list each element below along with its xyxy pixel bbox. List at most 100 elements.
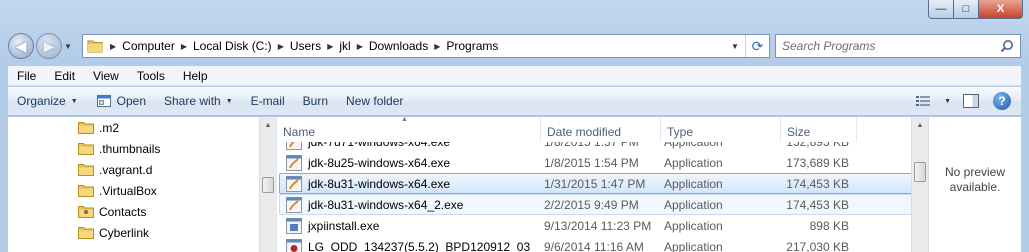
scroll-up-icon[interactable]: ▲ [912, 117, 928, 134]
navigation-pane-scrollbar[interactable]: ▲ [259, 117, 276, 252]
open-button[interactable]: Open [87, 87, 155, 115]
back-button[interactable]: ◀ [8, 33, 34, 59]
folder-icon [78, 143, 94, 155]
file-size: 174,453 KB [786, 176, 849, 191]
table-row-selected[interactable]: jdk-8u31-windows-x64.exe 1/31/2015 1:47 … [279, 173, 926, 194]
table-row[interactable]: LG_ODD_134237(5.5.2)_BPD120912_03 9/6/20… [279, 236, 926, 252]
chevron-down-icon: ▼ [225, 97, 233, 105]
nav-item-virtualbox[interactable]: .VirtualBox [8, 180, 276, 201]
address-dropdown-button[interactable]: ▼ [727, 35, 743, 57]
search-icon[interactable] [1000, 39, 1014, 53]
burn-button[interactable]: Burn [294, 87, 337, 115]
file-name: jdk-8u31-windows-x64_2.exe [308, 197, 464, 212]
menu-edit[interactable]: Edit [45, 69, 84, 83]
forward-button[interactable]: ▶ [36, 33, 62, 59]
file-size: 174,453 KB [786, 197, 849, 212]
chevron-down-icon: ▼ [70, 97, 78, 105]
installer-icon [286, 217, 302, 234]
breadcrumb-computer[interactable]: Computer [119, 35, 178, 57]
preview-pane-toggle[interactable] [957, 87, 985, 115]
nav-item-label: .VirtualBox [99, 183, 157, 198]
file-name-cell: jdk-8u25-windows-x64.exe [280, 154, 540, 171]
recent-pages-dropdown[interactable]: ▼ [64, 42, 76, 51]
nav-item-contacts[interactable]: Contacts [8, 201, 276, 222]
new-folder-label: New folder [346, 94, 404, 108]
breadcrumb-separator[interactable]: ▶ [107, 42, 119, 51]
application-icon [286, 196, 302, 213]
file-size: 173,689 KB [786, 155, 849, 170]
back-arrow-icon: ◀ [15, 37, 27, 54]
nav-item-m2[interactable]: .m2 [8, 117, 276, 138]
folder-icon [78, 227, 94, 239]
table-row[interactable]: jxpiinstall.exe 9/13/2014 11:23 PM Appli… [279, 215, 926, 236]
search-box[interactable] [775, 34, 1021, 58]
file-name: jdk-8u25-windows-x64.exe [308, 155, 451, 170]
file-date: 2/2/2015 9:49 PM [544, 197, 639, 212]
help-icon[interactable]: ? [993, 92, 1011, 110]
nav-item-thumbnails[interactable]: .thumbnails [8, 138, 276, 159]
file-date: 9/13/2014 11:23 PM [544, 218, 652, 233]
view-dropdown-button[interactable]: ▼ [938, 87, 957, 115]
file-date: 1/8/2015 1:54 PM [544, 155, 639, 170]
breadcrumb-separator[interactable]: ▶ [354, 42, 366, 51]
menu-view[interactable]: View [84, 69, 128, 83]
open-icon [96, 95, 111, 107]
file-type: Application [664, 239, 723, 252]
column-header-date-modified[interactable]: Date modified [541, 117, 661, 142]
menu-tools[interactable]: Tools [128, 69, 174, 83]
new-folder-button[interactable]: New folder [337, 87, 412, 115]
nav-item-vagrant[interactable]: .vagrant.d [8, 159, 276, 180]
file-name: jxpiinstall.exe [308, 218, 380, 233]
column-header-name[interactable]: ▲ Name [277, 117, 541, 142]
email-button[interactable]: E-mail [242, 87, 294, 115]
minimize-button[interactable]: — [928, 0, 954, 19]
breadcrumb-local-disk[interactable]: Local Disk (C:) [190, 35, 275, 57]
column-header-label: Name [283, 125, 316, 139]
organize-button[interactable]: Organize ▼ [8, 87, 87, 115]
column-header-label: Date modified [547, 125, 622, 139]
view-options-button[interactable] [910, 87, 938, 115]
folder-icon [87, 40, 103, 53]
file-name-cell: jdk-8u31-windows-x64_2.exe [280, 196, 540, 213]
open-label: Open [116, 94, 146, 108]
menu-help[interactable]: Help [174, 69, 217, 83]
breadcrumb-downloads[interactable]: Downloads [366, 35, 431, 57]
close-button[interactable]: X [979, 0, 1023, 19]
table-row-hover[interactable]: jdk-8u31-windows-x64_2.exe 2/2/2015 9:49… [279, 194, 926, 215]
preview-text-line1: No preview [944, 165, 1006, 179]
breadcrumb-separator[interactable]: ▶ [431, 42, 443, 51]
breadcrumb-jkl[interactable]: jkl [336, 35, 353, 57]
toolbar-right-group: ▼ ? [910, 87, 1021, 115]
scrollbar-thumb[interactable] [914, 162, 926, 182]
navigation-pane: .m2 .thumbnails .vagrant.d .VirtualBox C… [8, 117, 276, 252]
share-with-button[interactable]: Share with ▼ [155, 87, 242, 115]
scroll-up-icon[interactable]: ▲ [260, 117, 276, 134]
file-name-cell: jxpiinstall.exe [280, 217, 540, 234]
breadcrumb-users[interactable]: Users [287, 35, 324, 57]
window-controls: — □ X [928, 0, 1023, 20]
file-date: 1/31/2015 1:47 PM [544, 176, 646, 191]
file-date: 9/6/2014 11:16 AM [544, 239, 644, 252]
file-list-scrollbar[interactable]: ▲ [911, 117, 928, 252]
menu-bar: File Edit View Tools Help [8, 66, 1021, 86]
address-bar[interactable]: ▶ Computer ▶ Local Disk (C:) ▶ Users ▶ j… [82, 34, 770, 58]
breadcrumb-separator[interactable]: ▶ [178, 42, 190, 51]
search-input[interactable] [782, 39, 982, 53]
forward-arrow-icon: ▶ [43, 37, 55, 54]
application-icon [286, 238, 302, 252]
scrollbar-thumb[interactable] [262, 177, 274, 193]
navigation-bar: ◀ ▶ ▼ ▶ Computer ▶ Local Disk (C:) ▶ Use… [8, 32, 1021, 60]
column-header-type[interactable]: Type [661, 117, 781, 142]
nav-item-cyberlink[interactable]: Cyberlink [8, 222, 276, 243]
menu-file[interactable]: File [8, 69, 45, 83]
breadcrumb-separator[interactable]: ▶ [275, 42, 287, 51]
file-name-cell: jdk-8u31-windows-x64.exe [280, 175, 540, 192]
refresh-icon[interactable]: ⟳ [745, 35, 769, 57]
file-size: 217,030 KB [786, 239, 849, 252]
breadcrumb-separator[interactable]: ▶ [324, 42, 336, 51]
breadcrumb-programs[interactable]: Programs [443, 35, 501, 57]
column-header-size[interactable]: Size [781, 117, 857, 142]
folder-icon [78, 122, 94, 134]
table-row[interactable]: jdk-8u25-windows-x64.exe 1/8/2015 1:54 P… [279, 152, 926, 173]
maximize-button[interactable]: □ [954, 0, 979, 19]
